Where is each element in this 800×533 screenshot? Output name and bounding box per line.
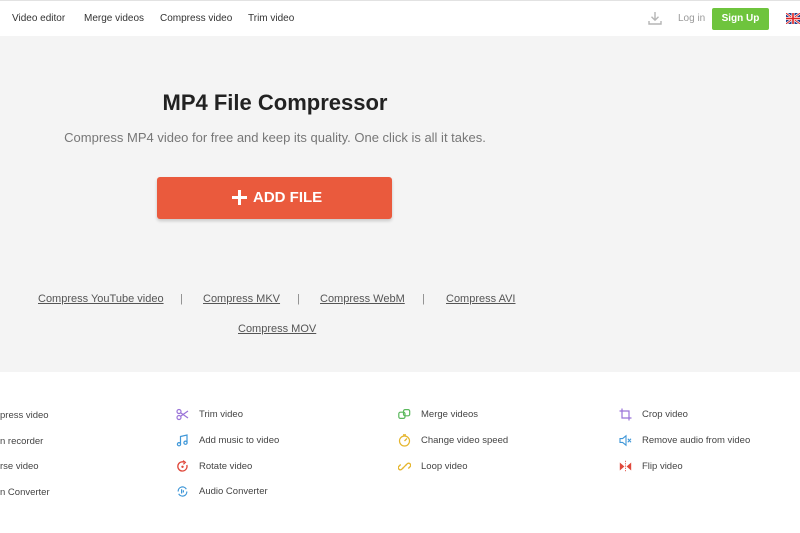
top-navigation-bar: Video editor Merge videos Compress video… (0, 0, 800, 36)
uk-flag-icon[interactable] (786, 13, 800, 24)
tool-label: Add music to video (199, 435, 280, 446)
speedometer-icon (398, 434, 411, 447)
flip-icon (619, 460, 632, 473)
page-title: MP4 File Compressor (162, 90, 388, 115)
tool-label: Rotate video (199, 461, 253, 472)
link-separator: | (422, 293, 425, 305)
mute-icon (619, 434, 632, 447)
login-link[interactable]: Log in (678, 13, 705, 24)
audio-converter-icon (177, 486, 188, 497)
plus-icon (232, 190, 247, 205)
link-compress-mov[interactable]: Compress MOV (238, 323, 316, 335)
tool-label: press video (0, 410, 49, 421)
signup-button[interactable]: Sign Up (712, 8, 769, 30)
link-separator: | (297, 293, 300, 305)
tool-label: Remove audio from video (642, 435, 751, 446)
link-compress-youtube[interactable]: Compress YouTube video (38, 293, 164, 305)
tool-label: Loop video (421, 461, 468, 472)
scissors-icon (176, 408, 189, 421)
add-file-label: ADD FILE (253, 189, 323, 206)
tool-label: Crop video (642, 409, 688, 420)
tool-label: Audio Converter (199, 486, 268, 497)
nav-merge-videos[interactable]: Merge videos (84, 13, 144, 24)
link-compress-avi[interactable]: Compress AVI (446, 293, 516, 305)
page-subtitle: Compress MP4 video for free and keep its… (64, 130, 486, 145)
nav-trim-video[interactable]: Trim video (248, 13, 294, 24)
tool-label: n Converter (0, 487, 50, 498)
link-separator: | (180, 293, 183, 305)
add-file-button[interactable]: ADD FILE (157, 177, 392, 219)
nav-compress-video[interactable]: Compress video (160, 13, 232, 24)
loop-icon (398, 462, 411, 471)
tool-label: Flip video (642, 461, 683, 472)
tool-label: Trim video (199, 409, 243, 420)
nav-video-editor[interactable]: Video editor (12, 13, 65, 24)
tool-label: n recorder (0, 436, 44, 447)
music-note-icon (176, 434, 188, 447)
download-icon[interactable] (647, 10, 663, 26)
tool-label: Merge videos (421, 409, 479, 420)
tool-label: Change video speed (421, 435, 509, 446)
rotate-icon (177, 460, 188, 472)
hero-section (0, 36, 800, 372)
link-compress-mkv[interactable]: Compress MKV (203, 293, 280, 305)
tool-label: rse video (0, 461, 39, 472)
crop-icon (619, 408, 632, 421)
merge-icon (398, 409, 411, 419)
link-compress-webm[interactable]: Compress WebM (320, 293, 405, 305)
